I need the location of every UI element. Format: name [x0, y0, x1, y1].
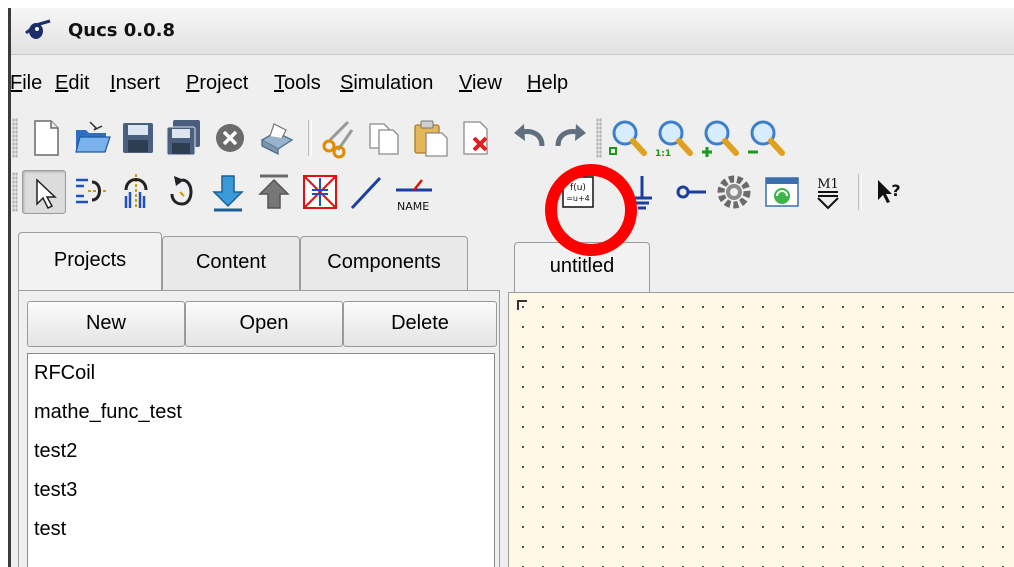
- zoom-in-icon[interactable]: [698, 116, 742, 160]
- port-icon[interactable]: [668, 170, 712, 214]
- menu-tools[interactable]: Tools: [274, 72, 321, 95]
- list-item[interactable]: RFCoil: [34, 362, 95, 385]
- schematic-canvas[interactable]: [508, 292, 1014, 567]
- svg-text:NAME: NAME: [397, 200, 429, 213]
- new-project-button[interactable]: New: [27, 301, 185, 347]
- menu-bar: File Edit Insert Project Tools Simulatio…: [8, 64, 1014, 102]
- deactivate-icon[interactable]: [298, 170, 342, 214]
- rotate-icon[interactable]: [160, 170, 204, 214]
- svg-text:1:1: 1:1: [655, 149, 671, 159]
- window-frame: [8, 8, 11, 567]
- menu-project[interactable]: Project: [186, 72, 248, 95]
- new-document-icon[interactable]: [24, 116, 68, 160]
- tab-content[interactable]: Content: [162, 236, 300, 290]
- menu-help[interactable]: Help: [527, 72, 568, 95]
- redo-icon[interactable]: [548, 116, 592, 160]
- window-title: Qucs 0.0.8: [68, 20, 176, 41]
- toolbar-separator: [858, 174, 862, 210]
- toolbar-grip[interactable]: [596, 118, 602, 158]
- file-toolbar: 1:1: [8, 112, 1014, 164]
- exit-subcircuit-icon[interactable]: [252, 170, 296, 214]
- svg-text:M1: M1: [817, 177, 839, 192]
- highlight-circle: [545, 164, 637, 256]
- toolbar-grip[interactable]: [12, 172, 18, 212]
- project-list[interactable]: RFCoil mathe_func_test test2 test3 test: [27, 353, 495, 567]
- projects-panel: New Open Delete RFCoil mathe_func_test t…: [18, 290, 500, 567]
- menu-simulation[interactable]: Simulation: [340, 72, 433, 95]
- open-project-button[interactable]: Open: [185, 301, 343, 347]
- view-data-icon[interactable]: [760, 170, 804, 214]
- tab-components[interactable]: Components: [300, 236, 468, 290]
- undo-icon[interactable]: [508, 116, 552, 160]
- qucs-app-icon: [24, 19, 54, 47]
- wire-label-icon[interactable]: NAME: [392, 170, 436, 214]
- zoom-fit-icon[interactable]: [606, 116, 650, 160]
- delete-project-button[interactable]: Delete: [343, 301, 497, 347]
- copy-icon[interactable]: [362, 116, 406, 160]
- list-item[interactable]: test2: [34, 440, 77, 463]
- menu-view[interactable]: View: [459, 72, 502, 95]
- tools-toolbar: NAME f(u) =u+4 M1 ?: [8, 166, 1014, 218]
- toolbar-separator: [308, 120, 312, 156]
- mirror-y-icon[interactable]: [114, 170, 158, 214]
- wire-icon[interactable]: [344, 170, 388, 214]
- toolbar-grip[interactable]: [12, 118, 18, 158]
- print-icon[interactable]: [254, 116, 298, 160]
- zoom-1-1-icon[interactable]: 1:1: [652, 116, 696, 160]
- list-item[interactable]: mathe_func_test: [34, 401, 182, 424]
- zoom-out-icon[interactable]: [744, 116, 788, 160]
- menu-insert[interactable]: Insert: [110, 72, 160, 95]
- enter-subcircuit-icon[interactable]: [206, 170, 250, 214]
- menu-file[interactable]: File: [10, 72, 42, 95]
- svg-text:?: ?: [891, 181, 900, 200]
- open-folder-icon[interactable]: [70, 116, 114, 160]
- save-all-icon[interactable]: [162, 116, 206, 160]
- delete-icon[interactable]: [454, 116, 498, 160]
- simulate-icon[interactable]: [712, 170, 756, 214]
- cut-icon[interactable]: [316, 116, 360, 160]
- paste-icon[interactable]: [408, 116, 452, 160]
- menu-edit[interactable]: Edit: [55, 72, 89, 95]
- select-icon[interactable]: [22, 170, 66, 214]
- close-icon[interactable]: [208, 116, 252, 160]
- main-window: Qucs 0.0.8 File Edit Insert Project Tool…: [8, 8, 1014, 567]
- list-item[interactable]: test: [34, 518, 66, 541]
- schematic-origin-marker: [517, 300, 527, 310]
- tab-projects[interactable]: Projects: [18, 232, 162, 290]
- marker-icon[interactable]: M1: [806, 170, 850, 214]
- mirror-x-icon[interactable]: [68, 170, 112, 214]
- title-bar: Qucs 0.0.8: [8, 8, 1014, 55]
- whats-this-icon[interactable]: ?: [868, 170, 912, 214]
- save-icon[interactable]: [116, 116, 160, 160]
- list-item[interactable]: test3: [34, 479, 77, 502]
